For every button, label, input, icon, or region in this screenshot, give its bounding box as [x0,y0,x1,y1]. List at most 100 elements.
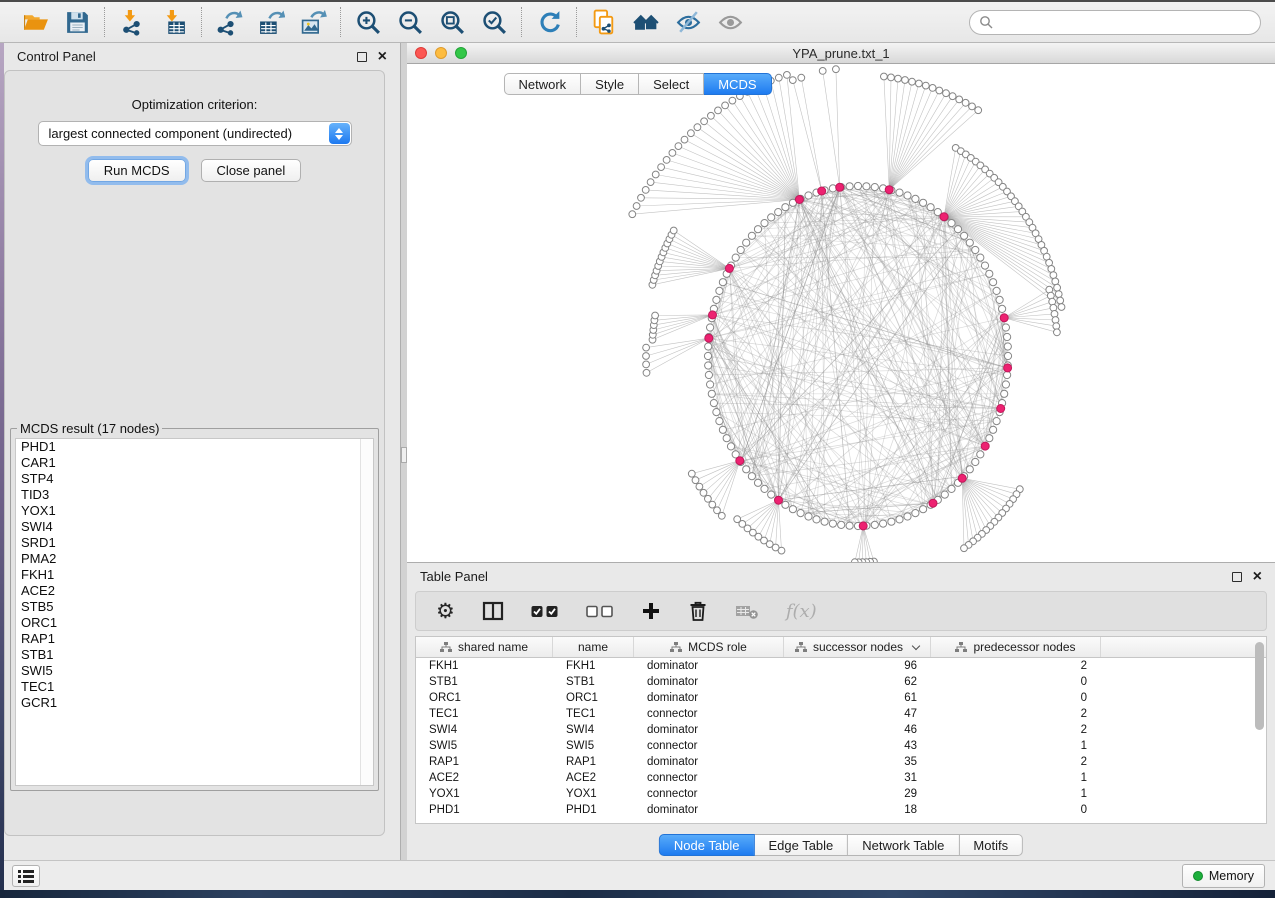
hide-selection-icon[interactable] [674,8,702,36]
mcds-result-item[interactable]: ORC1 [16,615,373,631]
mcds-result-item[interactable]: SWI5 [16,663,373,679]
show-column-panel-icon[interactable] [482,598,504,624]
table-cell: dominator [634,724,784,736]
table-cell: 47 [784,708,931,720]
column-header-MCDS-role[interactable]: MCDS role [634,637,784,657]
float-table-panel-icon[interactable] [1232,572,1242,582]
table-row[interactable]: ACE2ACE2connector311 [416,770,1266,786]
table-panel-title: Table Panel [420,569,488,584]
column-header-name[interactable]: name [553,637,634,657]
column-type-icon [955,642,967,653]
close-panel-icon[interactable]: × [378,52,387,62]
mcds-result-item[interactable]: TEC1 [16,679,373,695]
tab-network[interactable]: Network [503,73,581,95]
memory-label: Memory [1209,869,1254,883]
optimization-criterion-label: Optimization criterion: [5,97,384,112]
column-header-successor-nodes[interactable]: successor nodes [784,637,931,657]
tab-mcds[interactable]: MCDS [704,73,771,95]
copy-network-icon[interactable] [590,8,618,36]
table-row[interactable]: SWI4SWI4dominator462 [416,722,1266,738]
home-layout-icon[interactable] [632,8,660,36]
delete-column-trash-icon[interactable] [688,598,708,624]
mcds-result-item[interactable]: STB5 [16,599,373,615]
mcds-list-scrollbar[interactable] [360,439,373,785]
tab-style[interactable]: Style [581,73,639,95]
network-graph[interactable] [407,64,1275,562]
tab-network-table[interactable]: Network Table [848,834,959,856]
tab-edge-table[interactable]: Edge Table [754,834,848,856]
task-history-button[interactable] [12,865,40,887]
mcds-result-item[interactable]: PHD1 [16,439,373,455]
column-header-predecessor-nodes[interactable]: predecessor nodes [931,637,1101,657]
table-cell: 0 [931,804,1101,816]
table-cell: 0 [931,676,1101,688]
table-cell: SWI4 [553,724,634,736]
zoom-out-icon[interactable] [396,8,424,36]
select-all-icon[interactable] [531,598,559,624]
mcds-result-item[interactable]: STB1 [16,647,373,663]
mcds-result-item[interactable]: ACE2 [16,583,373,599]
mcds-result-item[interactable]: FKH1 [16,567,373,583]
open-folder-icon[interactable] [21,8,49,36]
delete-table-icon[interactable] [735,598,759,624]
column-header-filler [1101,637,1266,657]
refresh-layout-icon[interactable] [535,8,563,36]
desktop-wallpaper-bottom [0,890,1275,898]
network-view-window: YPA_prune.txt_1 [407,43,1275,562]
table-row[interactable]: ORC1ORC1dominator610 [416,690,1266,706]
mcds-result-item[interactable]: SRD1 [16,535,373,551]
memory-button[interactable]: Memory [1182,864,1265,888]
mcds-result-item[interactable]: TID3 [16,487,373,503]
tab-select[interactable]: Select [639,73,704,95]
export-image-icon[interactable] [299,8,327,36]
mcds-result-item[interactable]: PMA2 [16,551,373,567]
import-table-icon[interactable] [160,8,188,36]
table-row[interactable]: YOX1YOX1connector291 [416,786,1266,802]
tab-node-table[interactable]: Node Table [659,834,755,856]
search-input[interactable] [999,14,1251,31]
table-settings-gear-icon[interactable]: ⚙ [436,598,455,624]
close-table-panel-icon[interactable]: × [1253,572,1262,582]
mcds-result-item[interactable]: GCR1 [16,695,373,711]
table-row[interactable]: FKH1FKH1dominator962 [416,658,1266,674]
run-mcds-button[interactable]: Run MCDS [88,159,186,182]
status-bar: Memory [4,860,1275,890]
network-title: YPA_prune.txt_1 [407,46,1275,61]
deselect-all-icon[interactable] [586,598,614,624]
table-row[interactable]: RAP1RAP1dominator352 [416,754,1266,770]
table-row[interactable]: TEC1TEC1connector472 [416,706,1266,722]
float-panel-icon[interactable] [357,52,367,62]
window-minimize-icon[interactable] [435,47,447,59]
table-cell: ACE2 [553,772,634,784]
close-panel-button[interactable]: Close panel [201,159,302,182]
search-box[interactable] [969,10,1261,35]
table-row[interactable]: SWI5SWI5connector431 [416,738,1266,754]
table-cell: 1 [931,788,1101,800]
zoom-fit-icon[interactable] [438,8,466,36]
mcds-result-list[interactable]: PHD1CAR1STP4TID3YOX1SWI4SRD1PMA2FKH1ACE2… [15,438,374,786]
column-header-shared-name[interactable]: shared name [416,637,553,657]
mcds-result-item[interactable]: STP4 [16,471,373,487]
window-close-icon[interactable] [415,47,427,59]
optimization-criterion-select[interactable]: largest connected component (undirected) [38,121,352,146]
table-scrollbar-thumb[interactable] [1255,642,1264,730]
tab-motifs[interactable]: Motifs [959,834,1023,856]
mcds-result-item[interactable]: SWI4 [16,519,373,535]
export-network-icon[interactable] [215,8,243,36]
save-icon[interactable] [63,8,91,36]
search-icon [979,15,993,29]
mcds-result-item[interactable]: RAP1 [16,631,373,647]
table-row[interactable]: STB1STB1dominator620 [416,674,1266,690]
zoom-in-icon[interactable] [354,8,382,36]
table-cell: FKH1 [416,660,553,672]
window-maximize-icon[interactable] [455,47,467,59]
add-column-icon[interactable] [641,598,661,624]
show-selection-icon[interactable] [716,8,744,36]
mcds-result-item[interactable]: CAR1 [16,455,373,471]
mcds-result-item[interactable]: YOX1 [16,503,373,519]
zoom-selected-icon[interactable] [480,8,508,36]
table-row[interactable]: PHD1PHD1dominator180 [416,802,1266,818]
function-builder-icon[interactable]: f(x) [786,598,817,624]
import-network-icon[interactable] [118,8,146,36]
export-table-icon[interactable] [257,8,285,36]
